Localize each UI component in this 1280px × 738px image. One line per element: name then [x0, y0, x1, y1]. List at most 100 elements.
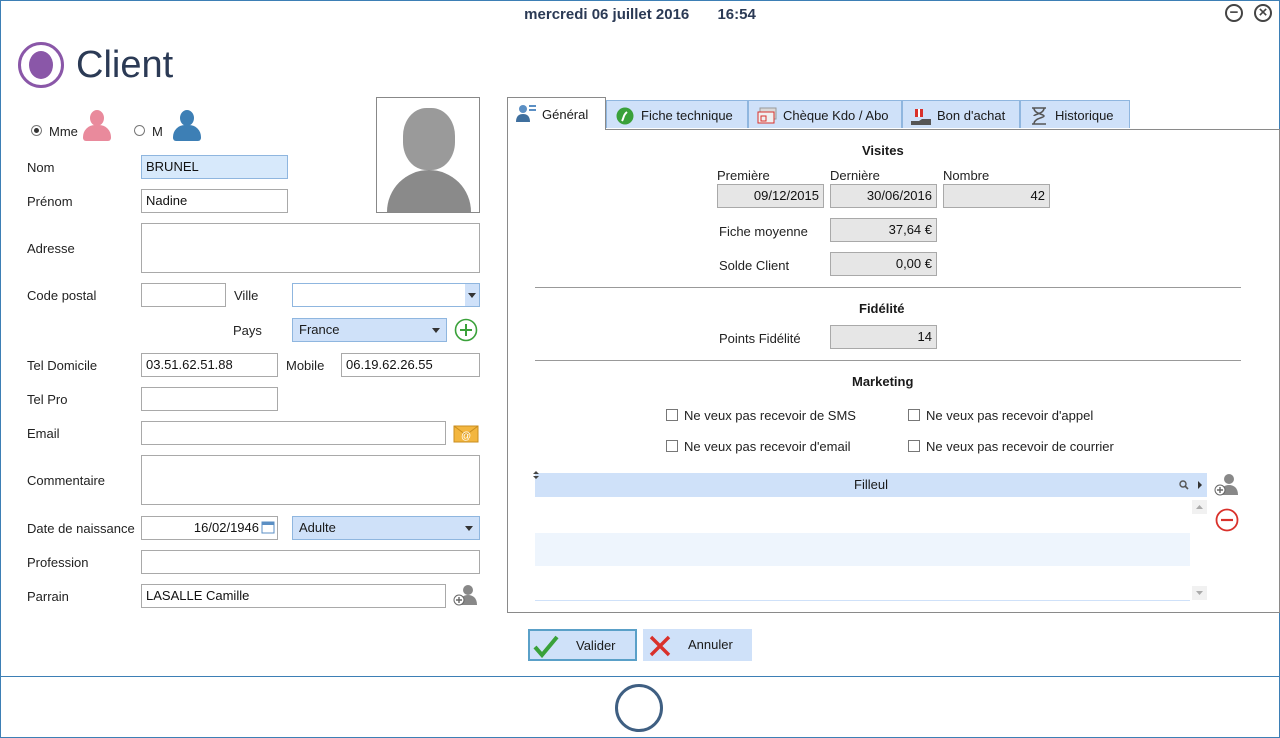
table-row[interactable]: [535, 533, 1190, 566]
no-courrier-label: Ne veux pas recevoir de courrier: [926, 439, 1114, 454]
tel-pro-label: Tel Pro: [27, 392, 68, 407]
minimize-icon[interactable]: −: [1225, 4, 1243, 22]
client-logo-icon: [18, 42, 64, 88]
tab-fiche-technique-label: Fiche technique: [641, 108, 733, 123]
derniere-value: 30/06/2016: [830, 184, 937, 208]
pays-value: France: [299, 322, 340, 337]
solde-label: Solde Client: [719, 258, 790, 273]
user-card-icon: [516, 105, 536, 122]
scroll-down-icon[interactable]: [1192, 586, 1207, 600]
ville-label: Ville: [234, 288, 259, 303]
divider: [535, 360, 1241, 361]
pays-label: Pays: [233, 323, 262, 338]
filleul-header-label: Filleul: [854, 477, 888, 492]
annuler-button[interactable]: Annuler: [643, 629, 752, 661]
no-appel-checkbox[interactable]: [908, 409, 920, 421]
radio-m[interactable]: [134, 125, 145, 136]
tel-domicile-input[interactable]: 03.51.62.51.88: [141, 353, 278, 377]
divider: [535, 287, 1241, 288]
prenom-label: Prénom: [27, 194, 73, 209]
no-courrier-checkbox[interactable]: [908, 440, 920, 452]
pays-select[interactable]: France: [292, 318, 447, 342]
tab-bon-achat[interactable]: Bon d'achat: [902, 100, 1020, 128]
send-email-icon[interactable]: @: [453, 422, 479, 444]
categorie-value: Adulte: [299, 520, 336, 535]
parrain-label: Parrain: [27, 589, 69, 604]
ville-dropdown-button[interactable]: [465, 284, 479, 306]
svg-text:@: @: [461, 431, 471, 442]
code-postal-input[interactable]: [141, 283, 226, 307]
search-icon[interactable]: [1179, 480, 1189, 490]
nombre-label: Nombre: [943, 168, 990, 183]
adresse-label: Adresse: [27, 241, 75, 256]
client-photo[interactable]: [376, 97, 480, 213]
add-country-icon[interactable]: [454, 318, 478, 342]
derniere-label: Dernière: [830, 168, 880, 183]
tab-cheque-kdo-label: Chèque Kdo / Abo: [783, 108, 889, 123]
scrollbar[interactable]: [1192, 500, 1207, 600]
tel-domicile-label: Tel Domicile: [27, 358, 98, 373]
points-fidelite-value: 14: [830, 325, 937, 349]
remove-filleul-icon[interactable]: [1215, 508, 1241, 534]
ville-select[interactable]: [292, 283, 480, 307]
tab-historique-label: Historique: [1055, 108, 1114, 123]
cross-icon: [649, 635, 671, 657]
sort-icon[interactable]: [533, 471, 539, 479]
tab-cheque-kdo[interactable]: Chèque Kdo / Abo: [748, 100, 902, 128]
mobile-label: Mobile: [286, 358, 325, 373]
marketing-title: Marketing: [852, 374, 914, 389]
scroll-up-icon[interactable]: [1192, 500, 1207, 514]
radio-m-label: M: [152, 124, 163, 139]
add-filleul-icon[interactable]: [1214, 472, 1240, 498]
header-date: mercredi 06 juillet 2016: [524, 6, 690, 23]
email-input[interactable]: [141, 421, 446, 445]
mobile-input[interactable]: 06.19.62.26.55: [341, 353, 480, 377]
chevron-down-icon: [468, 293, 476, 298]
search-parrain-icon[interactable]: [453, 583, 479, 607]
tab-bon-achat-label: Bon d'achat: [937, 108, 1006, 123]
chevron-right-icon[interactable]: [1197, 481, 1203, 489]
male-person-icon: [173, 110, 201, 142]
annuler-label: Annuler: [688, 637, 733, 652]
calendar-icon[interactable]: [261, 520, 275, 534]
email-label: Email: [27, 426, 60, 441]
premiere-label: Première: [717, 168, 770, 183]
radio-mme[interactable]: [31, 125, 42, 136]
female-person-icon: [83, 110, 111, 142]
tab-fiche-technique[interactable]: Fiche technique: [606, 100, 748, 128]
fiche-moyenne-value: 37,64 €: [830, 218, 937, 242]
valider-button[interactable]: Valider: [528, 629, 637, 661]
footer-divider: [0, 676, 1280, 677]
history-icon: [1032, 107, 1046, 125]
premiere-value: 09/12/2015: [717, 184, 824, 208]
header-datetime: mercredi 06 juillet 2016 16:54: [0, 6, 1280, 23]
tab-general-label: Général: [542, 107, 589, 122]
chevron-down-icon: [465, 526, 473, 531]
nom-input[interactable]: BRUNEL: [141, 155, 288, 179]
adresse-input[interactable]: [141, 223, 480, 273]
profession-input[interactable]: [141, 550, 480, 574]
points-fidelite-label: Points Fidélité: [719, 331, 801, 346]
commentaire-input[interactable]: [141, 455, 480, 505]
visites-title: Visites: [862, 143, 904, 158]
tel-pro-input[interactable]: [141, 387, 278, 411]
tab-general[interactable]: Général: [507, 97, 606, 130]
no-sms-checkbox[interactable]: [666, 409, 678, 421]
profession-label: Profession: [27, 555, 89, 570]
filleul-column-header[interactable]: Filleul: [535, 473, 1207, 497]
nombre-value: 42: [943, 184, 1050, 208]
chevron-down-icon: [432, 328, 440, 333]
table-bottom-line: [535, 600, 1190, 601]
nom-label: Nom: [27, 160, 55, 175]
categorie-select[interactable]: Adulte: [292, 516, 480, 540]
close-icon[interactable]: ×: [1254, 4, 1272, 22]
home-circle-icon[interactable]: [615, 684, 663, 732]
tab-historique[interactable]: Historique: [1020, 100, 1130, 128]
no-sms-label: Ne veux pas recevoir de SMS: [684, 408, 856, 423]
parrain-input[interactable]: LASALLE Camille: [141, 584, 446, 608]
prenom-input[interactable]: Nadine: [141, 189, 288, 213]
no-email-checkbox[interactable]: [666, 440, 678, 452]
gift-box-icon: [911, 109, 931, 125]
date-naissance-input[interactable]: 16/02/1946: [141, 516, 278, 540]
commentaire-label: Commentaire: [27, 473, 106, 488]
